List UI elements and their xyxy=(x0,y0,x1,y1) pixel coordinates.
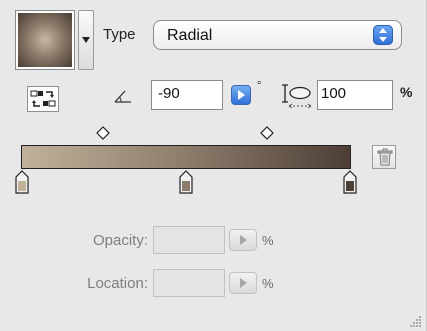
type-select-value: Radial xyxy=(167,27,213,44)
location-label: Location: xyxy=(87,275,148,292)
gradient-stop-right[interactable] xyxy=(343,170,357,194)
trash-icon xyxy=(377,148,393,166)
gradient-midpoint-right[interactable] xyxy=(260,126,274,140)
gradient-stop-left[interactable] xyxy=(15,170,29,194)
angle-input[interactable]: -90 xyxy=(151,80,223,110)
opacity-stepper-button[interactable] xyxy=(229,229,257,251)
location-stepper-button[interactable] xyxy=(229,272,257,294)
angle-stepper-button[interactable] xyxy=(231,85,251,105)
reverse-gradient-button[interactable] xyxy=(27,86,59,112)
gradient-panel: Type Radial -90 ° 100 % Opacity: % Locat… xyxy=(0,0,427,331)
opacity-unit: % xyxy=(262,233,274,248)
opacity-input[interactable] xyxy=(153,226,225,254)
gradient-swatch[interactable] xyxy=(15,10,75,70)
resize-grip-icon[interactable] xyxy=(408,313,422,327)
gradient-stop-middle[interactable] xyxy=(179,170,193,194)
location-unit: % xyxy=(262,276,274,291)
gradient-midpoint-left[interactable] xyxy=(96,126,110,140)
type-label: Type xyxy=(103,26,136,43)
degree-symbol: ° xyxy=(257,80,262,92)
triangle-down-icon xyxy=(82,37,90,43)
aspect-ratio-icon xyxy=(282,84,312,109)
aspect-ratio-input[interactable]: 100 xyxy=(317,80,393,110)
gradient-swatch-preview xyxy=(18,13,72,67)
aspect-ratio-unit: % xyxy=(400,84,413,100)
location-input[interactable] xyxy=(153,269,225,297)
angle-icon xyxy=(114,90,131,103)
delete-stop-button[interactable] xyxy=(372,145,396,169)
up-down-arrows-icon xyxy=(373,25,393,45)
type-select[interactable]: Radial xyxy=(153,20,402,50)
gradient-ramp[interactable] xyxy=(21,145,351,169)
gradient-swatch-menu-button[interactable] xyxy=(78,10,94,70)
opacity-label: Opacity: xyxy=(92,232,148,249)
reverse-gradient-icon xyxy=(30,90,56,107)
